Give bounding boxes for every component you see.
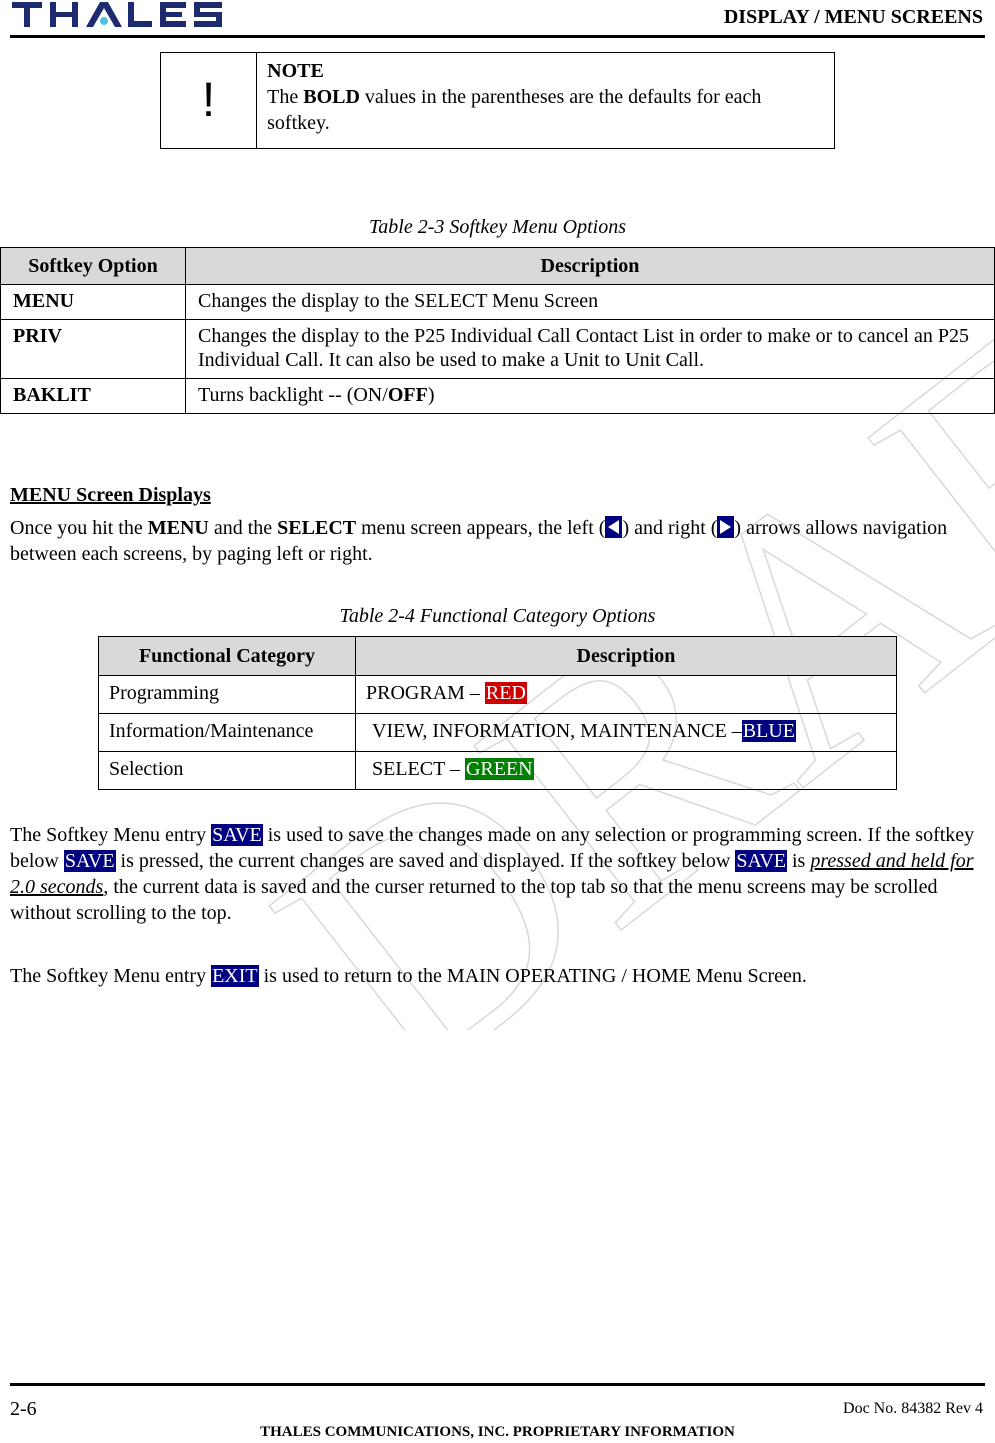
text: Once you hit the [10, 517, 148, 539]
table-row: BAKLIT Turns backlight -- (ON/OFF) [0, 378, 995, 414]
text: ) and right ( [622, 517, 718, 539]
note-text: The BOLD values in the parentheses are t… [267, 84, 824, 136]
column-header: Description [185, 247, 995, 285]
proprietary-notice: THALES COMMUNICATIONS, INC. PROPRIETARY … [260, 1424, 735, 1440]
note-title: NOTE [267, 60, 324, 82]
save-softkey-label: SAVE [211, 824, 263, 846]
footer-rule [10, 1383, 985, 1386]
softkey-description: Changes the display to the P25 Individua… [185, 319, 995, 379]
column-header: Description [355, 636, 897, 676]
text: , the current data is saved and the curs… [10, 876, 938, 924]
text: is pressed, the current changes are save… [115, 850, 736, 872]
menu-bold: MENU [147, 517, 209, 539]
desc-prefix: Turns backlight -- (ON/ [198, 384, 388, 406]
table-header-row: Softkey Option Description [0, 247, 995, 285]
text: is [787, 850, 811, 872]
thales-logo-icon [12, 2, 222, 27]
table-2-4-caption: Table 2-4 Functional Category Options [339, 605, 656, 627]
column-header: Softkey Option [0, 247, 186, 285]
page-number: 2-6 [10, 1398, 37, 1420]
category-name: Programming [98, 675, 356, 714]
table-row: Programming PROGRAM – RED [98, 675, 897, 714]
note-text-before: The [267, 86, 304, 108]
softkey-name: MENU [0, 284, 186, 320]
color-label-green: GREEN [464, 758, 534, 780]
table-row: MENU Changes the display to the SELECT M… [0, 284, 995, 320]
text: is used to return to the MAIN OPERATING … [258, 965, 807, 987]
menu-screen-displays-heading: MENU Screen Displays [10, 484, 211, 506]
exit-paragraph: The Softkey Menu entry EXIT is used to r… [10, 963, 985, 989]
note-text-bold: BOLD [303, 86, 360, 108]
section-title: DISPLAY / MENU SCREENS [723, 6, 983, 28]
doc-number: Doc No. 84382 Rev 4 [843, 1400, 983, 1417]
category-description: PROGRAM – RED [355, 675, 897, 714]
text: The Softkey Menu entry [10, 824, 212, 846]
desc-suffix: ) [427, 384, 435, 406]
table-row: Information/Maintenance VIEW, INFORMATIO… [98, 713, 897, 752]
category-name: Information/Maintenance [98, 713, 356, 752]
exclamation-icon: ! [201, 73, 216, 127]
text: The Softkey Menu entry [10, 965, 212, 987]
desc-text: SELECT – [372, 758, 465, 780]
softkey-options-table: Softkey Option Description MENU Changes … [0, 247, 995, 414]
color-label-red: RED [484, 682, 527, 704]
text: menu screen appears, the left ( [356, 517, 606, 539]
column-header: Functional Category [98, 636, 356, 676]
exit-softkey-label: EXIT [211, 965, 259, 987]
note-icon-cell: ! [161, 53, 258, 148]
thales-logo [12, 0, 227, 30]
softkey-name: BAKLIT [0, 378, 186, 414]
save-softkey-label: SAVE [735, 850, 787, 872]
menu-navigation-paragraph: Once you hit the MENU and the SELECT men… [10, 515, 985, 567]
softkey-description: Changes the display to the SELECT Menu S… [185, 284, 995, 320]
color-label-blue: BLUE [741, 720, 797, 742]
desc-default-bold: OFF [387, 384, 428, 406]
save-paragraph: The Softkey Menu entry SAVE is used to s… [10, 822, 985, 926]
table-row: Selection SELECT – GREEN [98, 751, 897, 790]
desc-text: VIEW, INFORMATION, MAINTENANCE – [372, 720, 742, 742]
save-softkey-label: SAVE [63, 850, 116, 872]
note-box: ! NOTE The BOLD values in the parenthese… [160, 52, 835, 149]
header-rule [10, 35, 985, 38]
softkey-description: Turns backlight -- (ON/OFF) [185, 378, 995, 414]
right-arrow-icon [717, 516, 735, 538]
note-body: NOTE The BOLD values in the parentheses … [257, 53, 834, 148]
table-row: PRIV Changes the display to the P25 Indi… [0, 319, 995, 379]
category-description: VIEW, INFORMATION, MAINTENANCE –BLUE [355, 713, 897, 752]
select-bold: SELECT [277, 517, 357, 539]
desc-text: PROGRAM – [366, 682, 485, 704]
category-description: SELECT – GREEN [355, 751, 897, 790]
text: and the [208, 517, 278, 539]
category-name: Selection [98, 751, 356, 790]
table-2-3-caption: Table 2-3 Softkey Menu Options [368, 216, 626, 238]
left-arrow-icon [605, 516, 623, 538]
functional-category-table: Functional Category Description Programm… [98, 636, 897, 790]
table-header-row: Functional Category Description [98, 636, 897, 676]
softkey-name: PRIV [0, 319, 186, 379]
